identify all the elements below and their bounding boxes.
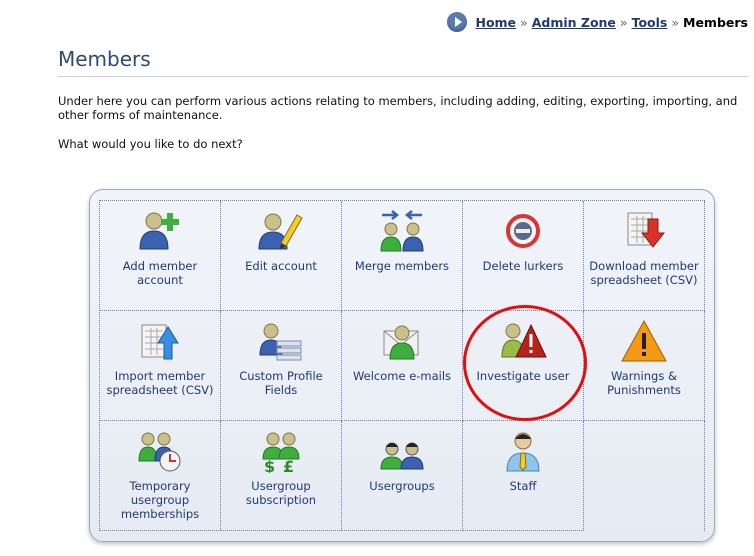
breadcrumb-tools[interactable]: Tools (632, 15, 668, 30)
add-member-icon (139, 212, 179, 250)
action-add-member-account[interactable]: Add member account (100, 201, 221, 311)
svg-text:£: £ (283, 457, 294, 473)
action-label: Custom Profile Fields (239, 369, 323, 397)
action-staff[interactable]: Staff (463, 421, 584, 531)
page: Home » Admin Zone » Tools » Members Memb… (0, 0, 754, 556)
breadcrumb-home[interactable]: Home (475, 15, 516, 30)
action-label: Import member spreadsheet (CSV) (106, 369, 214, 397)
title-divider (58, 76, 748, 77)
page-title: Members (58, 47, 151, 71)
import-spreadsheet-icon (141, 324, 179, 360)
temporary-usergroup-icon (138, 432, 181, 472)
action-label: Download member spreadsheet (CSV) (589, 259, 699, 287)
breadcrumb-current: Members (683, 14, 748, 30)
action-label: Welcome e-mails (352, 369, 452, 383)
breadcrumb: Home » Admin Zone » Tools » Members (447, 12, 748, 32)
svg-text:$: $ (264, 457, 275, 473)
action-temporary-usergroup-memberships[interactable]: Temporary usergroup memberships (100, 421, 221, 531)
action-merge-members[interactable]: Merge members (342, 201, 463, 311)
breadcrumb-separator: » (671, 14, 680, 30)
empty-cell (584, 421, 705, 531)
breadcrumb-admin-zone[interactable]: Admin Zone (532, 15, 616, 30)
action-custom-profile-fields[interactable]: Custom Profile Fields (221, 311, 342, 421)
action-label: Temporary usergroup memberships (120, 479, 200, 521)
action-investigate-user[interactable]: Investigate user (463, 311, 584, 421)
custom-profile-fields-icon (259, 323, 302, 361)
usergroup-subscription-icon: $ £ (262, 432, 300, 473)
action-warnings-punishments[interactable]: Warnings & Punishments (584, 311, 705, 421)
investigate-user-icon (501, 323, 547, 358)
play-arrow-icon (447, 12, 468, 32)
action-label: Add member account (122, 259, 198, 287)
edit-account-icon (258, 213, 303, 250)
action-label: Staff (509, 479, 537, 493)
action-welcome-emails[interactable]: Welcome e-mails (342, 311, 463, 421)
action-label: Warnings & Punishments (607, 369, 681, 397)
actions-grid: Add member account Edit account Merge me… (99, 200, 705, 531)
action-usergroup-subscription[interactable]: $ £ Usergroup subscription (221, 421, 342, 531)
action-import-spreadsheet[interactable]: Import member spreadsheet (CSV) (100, 311, 221, 421)
staff-icon (506, 432, 540, 472)
question-text: What would you like to do next? (58, 137, 243, 151)
action-label: Merge members (354, 259, 450, 273)
welcome-emails-icon (383, 325, 419, 360)
action-usergroups[interactable]: Usergroups (342, 421, 463, 531)
breadcrumb-separator: » (619, 14, 628, 30)
action-delete-lurkers[interactable]: Delete lurkers (463, 201, 584, 311)
intro-text: Under here you can perform various actio… (58, 94, 738, 122)
action-download-spreadsheet[interactable]: Download member spreadsheet (CSV) (584, 201, 705, 311)
action-label: Delete lurkers (482, 259, 564, 273)
download-spreadsheet-icon (627, 212, 666, 248)
merge-members-icon (380, 210, 424, 252)
warning-icon (621, 319, 667, 362)
action-label: Edit account (245, 259, 317, 273)
usergroups-icon (380, 442, 424, 470)
action-label: Usergroup subscription (245, 479, 317, 507)
delete-lurkers-icon (506, 214, 540, 248)
action-label: Usergroups (369, 479, 435, 493)
breadcrumb-separator: » (520, 14, 528, 30)
action-edit-account[interactable]: Edit account (221, 201, 342, 311)
action-label: Investigate user (476, 369, 570, 383)
